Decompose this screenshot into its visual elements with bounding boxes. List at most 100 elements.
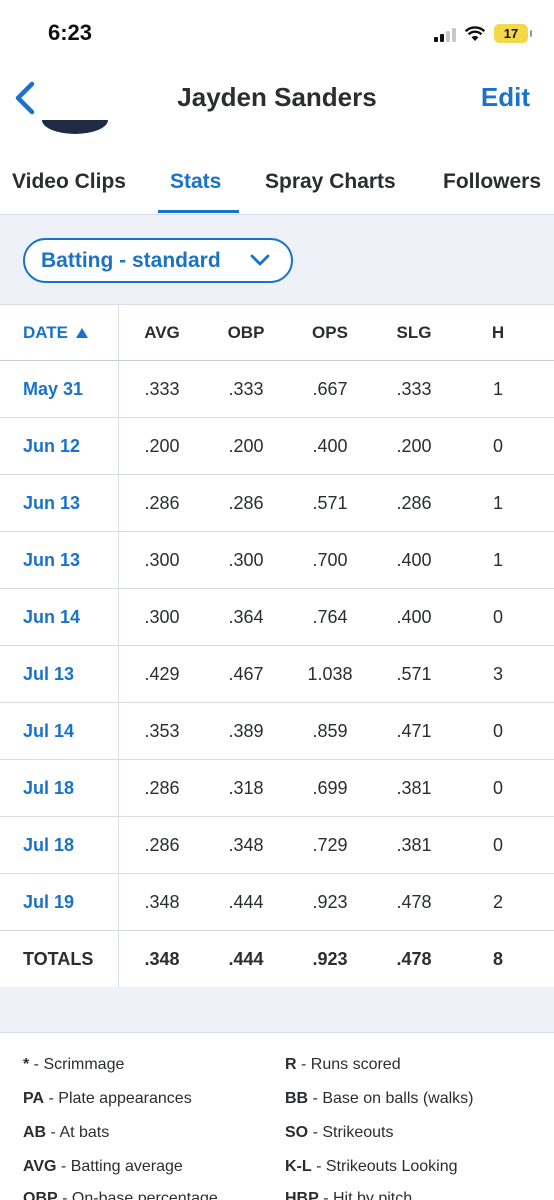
slg-column-header[interactable]: SLG [370,305,458,360]
legend-desc: - Strikeouts [308,1124,394,1141]
legend-desc: - At bats [46,1124,110,1141]
section-divider [0,987,554,1033]
battery-icon: 17 [494,24,532,43]
page-title: Jayden Sanders [177,82,377,112]
tab-video-clips[interactable]: Video Clips [12,170,126,194]
obp-total: .444 [228,948,264,969]
table-row[interactable]: Jul 18 .286 .318 .699 .381 0 [0,760,554,817]
obp-cell: .467 [228,663,264,684]
ops-cell: .764 [312,606,348,627]
cellular-signal-icon [434,26,456,42]
table-row[interactable]: Jul 14 .353 .389 .859 .471 0 [0,703,554,760]
tab-spray-charts[interactable]: Spray Charts [265,170,396,194]
table-row[interactable]: Jun 13 .286 .286 .571 .286 1 [0,475,554,532]
h-cell: 0 [492,435,503,456]
h-cell: 0 [492,606,503,627]
legend-abbr: AB [23,1124,47,1141]
totals-row: TOTALS .348 .444 .923 .478 8 [0,931,554,988]
game-date-link[interactable]: May 31 [23,361,83,417]
table-row[interactable]: Jul 18 .286 .348 .729 .381 0 [0,817,554,874]
h-cell: 1 [492,378,503,399]
ops-cell: .400 [312,435,348,456]
sort-ascending-icon [76,327,89,338]
ops-cell: .729 [312,834,348,855]
table-row[interactable]: May 31 .333 .333 .667 .333 1 [0,361,554,418]
avg-cell: .286 [144,834,180,855]
h-cell: 1 [492,549,503,570]
legend-item: AB - At bats [23,1124,109,1142]
date-column-header[interactable]: DATE [23,305,89,360]
chevron-down-icon [250,254,270,266]
h-cell: 0 [492,720,503,741]
ops-cell: .699 [312,777,348,798]
table-row[interactable]: Jun 14 .300 .364 .764 .400 0 [0,589,554,646]
legend-item: OBP - On-base percentage [23,1190,218,1200]
edit-button[interactable]: Edit [481,82,530,113]
avg-cell: .348 [144,891,180,912]
game-date-link[interactable]: Jul 18 [23,817,74,873]
game-date-link[interactable]: Jul 18 [23,760,74,816]
game-date-link[interactable]: Jul 14 [23,703,74,759]
slg-cell: .381 [396,834,432,855]
legend-abbr: K-L [285,1158,312,1175]
legend-item: AVG - Batting average [23,1158,183,1176]
tab-stats[interactable]: Stats [170,170,221,194]
obp-cell: .286 [228,492,264,513]
avg-cell: .333 [144,378,180,399]
game-date-link[interactable]: Jun 13 [23,532,80,588]
ops-cell: .923 [312,891,348,912]
legend-abbr: AVG [23,1158,57,1175]
game-date-link[interactable]: Jun 14 [23,589,80,645]
obp-cell: .364 [228,606,264,627]
obp-cell: .444 [228,891,264,912]
stats-legend: * - Scrimmage R - Runs scored PA - Plate… [0,1034,554,1200]
ops-cell: .700 [312,549,348,570]
table-row[interactable]: Jun 13 .300 .300 .700 .400 1 [0,532,554,589]
date-column-divider [118,305,119,987]
ops-cell: 1.038 [307,663,353,684]
slg-cell: .571 [396,663,432,684]
obp-column-header[interactable]: OBP [202,305,290,360]
game-date-link[interactable]: Jun 13 [23,475,80,531]
h-column-header[interactable]: H [454,305,542,360]
avg-cell: .300 [144,549,180,570]
legend-item: PA - Plate appearances [23,1090,192,1108]
avg-cell: .200 [144,435,180,456]
h-cell: 0 [492,834,503,855]
slg-cell: .200 [396,435,432,456]
obp-cell: .200 [228,435,264,456]
slg-total: .478 [396,948,432,969]
ops-cell: .571 [312,492,348,513]
legend-item: BB - Base on balls (walks) [285,1090,474,1108]
game-date-link[interactable]: Jun 12 [23,418,80,474]
status-time: 6:23 [48,20,93,45]
obp-cell: .318 [228,777,264,798]
legend-desc: - Runs scored [296,1056,401,1073]
legend-item: * - Scrimmage [23,1056,124,1074]
table-row[interactable]: Jun 12 .200 .200 .400 .200 0 [0,418,554,475]
avg-cell: .353 [144,720,180,741]
status-bar: 6:23 17 [0,0,554,70]
h-cell: 1 [492,492,503,513]
game-date-link[interactable]: Jul 13 [23,646,74,702]
legend-item: HBP - Hit by pitch [285,1190,412,1200]
obp-cell: .300 [228,549,264,570]
legend-desc: - Scrimmage [29,1056,125,1073]
avg-column-header[interactable]: AVG [118,305,206,360]
ops-cell: .859 [312,720,348,741]
table-row[interactable]: Jul 19 .348 .444 .923 .478 2 [0,874,554,931]
legend-abbr: BB [285,1090,309,1107]
table-header-row: DATE AVG OBP OPS SLG H [0,305,554,361]
avg-total: .348 [144,948,180,969]
status-icons: 17 [434,24,532,43]
stat-type-dropdown[interactable]: Batting - standard [23,238,293,283]
legend-desc: - Batting average [56,1158,183,1175]
table-row[interactable]: Jul 13 .429 .467 1.038 .571 3 [0,646,554,703]
legend-abbr: R [285,1056,297,1073]
legend-item: K-L - Strikeouts Looking [285,1158,458,1176]
game-date-link[interactable]: Jul 19 [23,874,74,930]
tab-followers[interactable]: Followers [443,170,541,194]
ops-column-header[interactable]: OPS [286,305,374,360]
obp-cell: .333 [228,378,264,399]
stats-table: DATE AVG OBP OPS SLG H May 31 .333 .333 … [0,305,554,988]
